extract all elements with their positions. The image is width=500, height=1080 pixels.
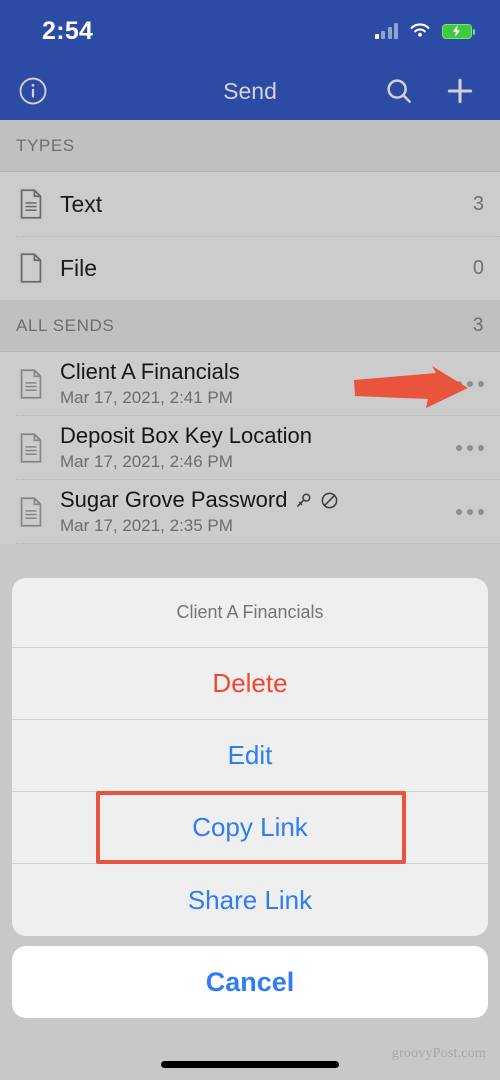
types-row-count: 3 [472, 192, 484, 215]
text-document-icon [16, 189, 46, 219]
plus-icon[interactable] [444, 75, 476, 107]
send-date: Mar 17, 2021, 2:35 PM [60, 515, 233, 535]
status-bar: 2:54 [0, 0, 500, 62]
more-options-icon[interactable] [456, 381, 484, 387]
send-date: Mar 17, 2021, 2:46 PM [60, 451, 233, 471]
text-document-icon [16, 497, 46, 527]
bottom-bar: groovyPost.com [0, 1034, 500, 1080]
action-share-link-button[interactable]: Share Link [12, 864, 488, 936]
types-section-header: TYPES [0, 120, 500, 172]
action-sheet: Client A Financials Delete Edit Copy Lin… [0, 578, 500, 1034]
types-row-label: File [60, 254, 98, 281]
wifi-icon [410, 23, 430, 37]
watermark: groovyPost.com [391, 1046, 486, 1061]
action-delete-button[interactable]: Delete [12, 648, 488, 720]
status-indicators [374, 23, 475, 39]
all-sends-count: 3 [472, 314, 484, 336]
text-document-icon [16, 369, 46, 399]
battery-charging-icon [442, 23, 475, 39]
nav-bar: Send [0, 62, 500, 120]
info-circle-icon[interactable] [18, 76, 48, 106]
phone-screen: 2:54 Send TYPES Text 3 File 0 ALL SENDS … [0, 0, 500, 1080]
send-row-sugar-grove-password[interactable]: Sugar Grove Password Mar 17, 2021, 2:35 … [0, 480, 500, 544]
types-row-file[interactable]: File 0 [0, 236, 500, 300]
disabled-icon [322, 492, 338, 509]
search-icon[interactable] [384, 76, 414, 106]
all-sends-section-label: ALL SENDS [16, 315, 115, 335]
send-date: Mar 17, 2021, 2:41 PM [60, 387, 233, 407]
all-sends-list: Client A Financials Mar 17, 2021, 2:41 P… [0, 352, 500, 544]
action-sheet-panel: Client A Financials Delete Edit Copy Lin… [12, 578, 488, 936]
action-copy-link-button[interactable]: Copy Link [12, 791, 488, 864]
more-options-icon[interactable] [456, 509, 484, 515]
types-row-label: Text [60, 190, 103, 217]
types-list: Text 3 File 0 [0, 172, 500, 300]
types-row-count: 0 [472, 256, 484, 279]
types-section-label: TYPES [16, 135, 75, 155]
cellular-signal-icon [374, 23, 398, 39]
all-sends-section-header: ALL SENDS 3 [0, 300, 500, 352]
status-time: 2:54 [42, 16, 94, 45]
text-document-icon [16, 433, 46, 463]
send-title: Client A Financials [60, 359, 240, 385]
cancel-button[interactable]: Cancel [12, 946, 488, 1018]
file-document-icon [16, 253, 46, 283]
send-row-client-a-financials[interactable]: Client A Financials Mar 17, 2021, 2:41 P… [0, 352, 500, 416]
action-sheet-title: Client A Financials [12, 578, 488, 648]
home-indicator[interactable] [161, 1061, 339, 1068]
more-options-icon[interactable] [456, 445, 484, 451]
send-title: Sugar Grove Password [60, 487, 288, 513]
action-edit-button[interactable]: Edit [12, 720, 488, 792]
send-title: Deposit Box Key Location [60, 423, 312, 449]
key-icon [297, 493, 311, 507]
send-row-deposit-box-key-location[interactable]: Deposit Box Key Location Mar 17, 2021, 2… [0, 416, 500, 480]
types-row-text[interactable]: Text 3 [0, 172, 500, 236]
